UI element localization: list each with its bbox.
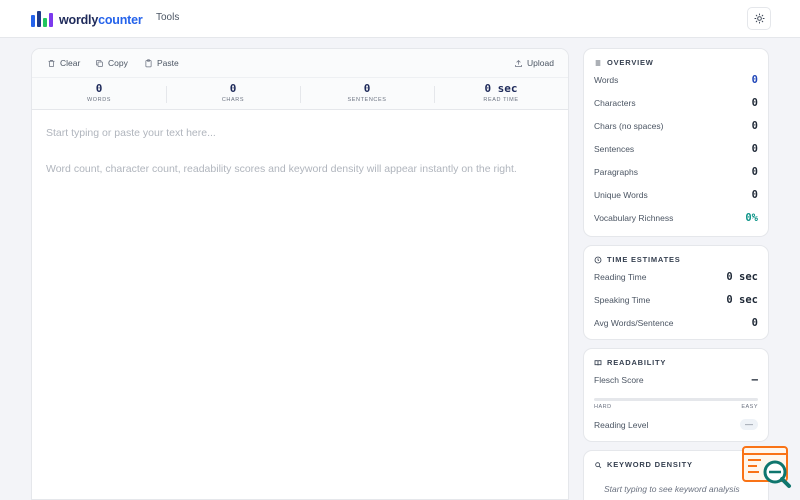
stat-words-value: 0: [95, 82, 103, 95]
stat-read-time-value: 0 sec: [484, 82, 518, 95]
theme-toggle-button[interactable]: [747, 7, 771, 30]
placeholder-line-1: Start typing or paste your text here...: [46, 127, 216, 139]
overview-sentences-value: 0: [751, 143, 758, 155]
avg-words-label: Avg Words/Sentence: [594, 318, 674, 328]
copy-icon: [96, 59, 103, 67]
keyword-density-title-text: KEYWORD DENSITY: [607, 460, 693, 469]
stat-chars-label: CHARS: [221, 97, 245, 103]
keyword-density-empty-text: Start typing to see keyword analysis: [604, 484, 740, 494]
time-estimates-panel: TIME ESTIMATES Reading Time 0 sec Speaki…: [583, 245, 769, 340]
nav-tools-link[interactable]: Tools: [156, 12, 179, 23]
overview-row-words: Words 0: [594, 74, 758, 86]
clear-button[interactable]: Clear: [47, 58, 80, 68]
reading-level-label: Reading Level: [594, 419, 649, 430]
upload-icon: [515, 59, 522, 67]
overview-vocabulary-richness-value: 0%: [745, 212, 758, 224]
time-row-reading: Reading Time 0 sec: [594, 271, 758, 283]
reading-level-badge: —: [740, 419, 758, 430]
overview-chars-no-spaces-value: 0: [751, 120, 758, 132]
overview-characters-label: Characters: [594, 98, 636, 108]
logo[interactable]: wordlycounter: [31, 11, 143, 27]
readability-panel: READABILITY Flesch Score – HARD EASY Rea…: [583, 348, 769, 442]
editor-toolbar: Clear Copy Paste Upload: [32, 49, 568, 77]
book-icon: [594, 359, 602, 365]
overview-row-vocabulary-richness: Vocabulary Richness 0%: [594, 212, 758, 224]
flesch-score-label: Flesch Score: [594, 375, 644, 385]
logo-text: wordlycounter: [59, 13, 143, 27]
overview-chars-no-spaces-label: Chars (no spaces): [594, 121, 664, 131]
overview-paragraphs-label: Paragraphs: [594, 167, 638, 177]
time-row-avg-words: Avg Words/Sentence 0: [594, 317, 758, 329]
reading-time-value: 0 sec: [726, 271, 758, 283]
copy-button[interactable]: Copy: [95, 58, 128, 68]
reading-time-label: Reading Time: [594, 272, 647, 282]
readability-title-text: READABILITY: [607, 358, 667, 367]
speaking-time-value: 0 sec: [726, 294, 758, 306]
trash-icon: [48, 59, 55, 67]
flesch-score-row: Flesch Score –: [594, 374, 758, 386]
search-icon: [595, 461, 602, 468]
text-input-area[interactable]: Start typing or paste your text here... …: [46, 126, 556, 176]
paste-button[interactable]: Paste: [144, 58, 179, 68]
avg-words-value: 0: [751, 317, 758, 329]
readability-scale-bar: [594, 398, 758, 401]
logo-text-wordly: wordly: [59, 13, 99, 27]
placeholder-line-2: Word count, character count, readability…: [46, 163, 517, 175]
upload-button[interactable]: Upload: [514, 58, 554, 68]
copy-label: Copy: [108, 58, 128, 68]
logo-bars-icon: [31, 11, 53, 27]
stat-sentences-label: SENTENCES: [347, 97, 387, 103]
logo-text-counter: counter: [98, 13, 143, 27]
overview-paragraphs-value: 0: [751, 166, 758, 178]
editor-card: Clear Copy Paste Upload 0 WORDS 0 CHARS …: [31, 48, 569, 500]
readability-title: READABILITY: [594, 358, 666, 367]
stat-sentences-value: 0: [363, 82, 371, 95]
stat-words-label: WORDS: [86, 97, 112, 103]
keyword-density-title: KEYWORD DENSITY: [594, 460, 693, 469]
list-icon: [595, 60, 601, 65]
clock-icon: [594, 256, 602, 263]
overview-title: OVERVIEW: [594, 58, 654, 67]
clear-label: Clear: [60, 58, 81, 68]
top-header: wordlycounter Tools: [0, 0, 800, 38]
overview-unique-words-label: Unique Words: [594, 190, 648, 200]
paste-label: Paste: [157, 58, 179, 68]
clipboard-icon: [145, 58, 152, 67]
speaking-time-label: Speaking Time: [594, 295, 651, 305]
overview-vocabulary-richness-label: Vocabulary Richness: [594, 213, 674, 223]
sun-icon: [753, 13, 765, 24]
quick-stats-row: 0 WORDS 0 CHARS 0 SENTENCES 0 sec READ T…: [32, 77, 568, 110]
floating-widget-icon[interactable]: [741, 444, 793, 490]
stat-chars-value: 0: [229, 82, 237, 95]
overview-row-paragraphs: Paragraphs 0: [594, 166, 758, 178]
time-row-speaking: Speaking Time 0 sec: [594, 294, 758, 306]
overview-title-text: OVERVIEW: [607, 58, 654, 67]
scale-easy-label: EASY: [741, 404, 758, 410]
overview-row-chars-no-spaces: Chars (no spaces) 0: [594, 120, 758, 132]
overview-characters-value: 0: [751, 97, 758, 109]
stat-words: 0 WORDS: [32, 78, 166, 109]
scale-hard-label: HARD: [594, 404, 612, 410]
overview-sentences-label: Sentences: [594, 144, 635, 154]
stat-read-time: 0 sec READ TIME: [434, 78, 568, 109]
flesch-score-value: –: [751, 374, 758, 386]
overview-panel: OVERVIEW Words 0 Characters 0 Chars (no …: [583, 48, 769, 237]
reading-level-row: Reading Level —: [594, 419, 758, 430]
overview-row-unique-words: Unique Words 0: [594, 189, 758, 201]
time-estimates-title-text: TIME ESTIMATES: [607, 255, 681, 264]
stat-sentences: 0 SENTENCES: [300, 78, 434, 109]
overview-row-sentences: Sentences 0: [594, 143, 758, 155]
overview-row-characters: Characters 0: [594, 97, 758, 109]
upload-label: Upload: [527, 58, 554, 68]
stat-read-time-label: READ TIME: [483, 97, 519, 103]
overview-words-label: Words: [594, 75, 619, 85]
time-estimates-title: TIME ESTIMATES: [594, 255, 681, 264]
overview-unique-words-value: 0: [751, 189, 758, 201]
stat-chars: 0 CHARS: [166, 78, 300, 109]
overview-words-value: 0: [751, 74, 758, 86]
